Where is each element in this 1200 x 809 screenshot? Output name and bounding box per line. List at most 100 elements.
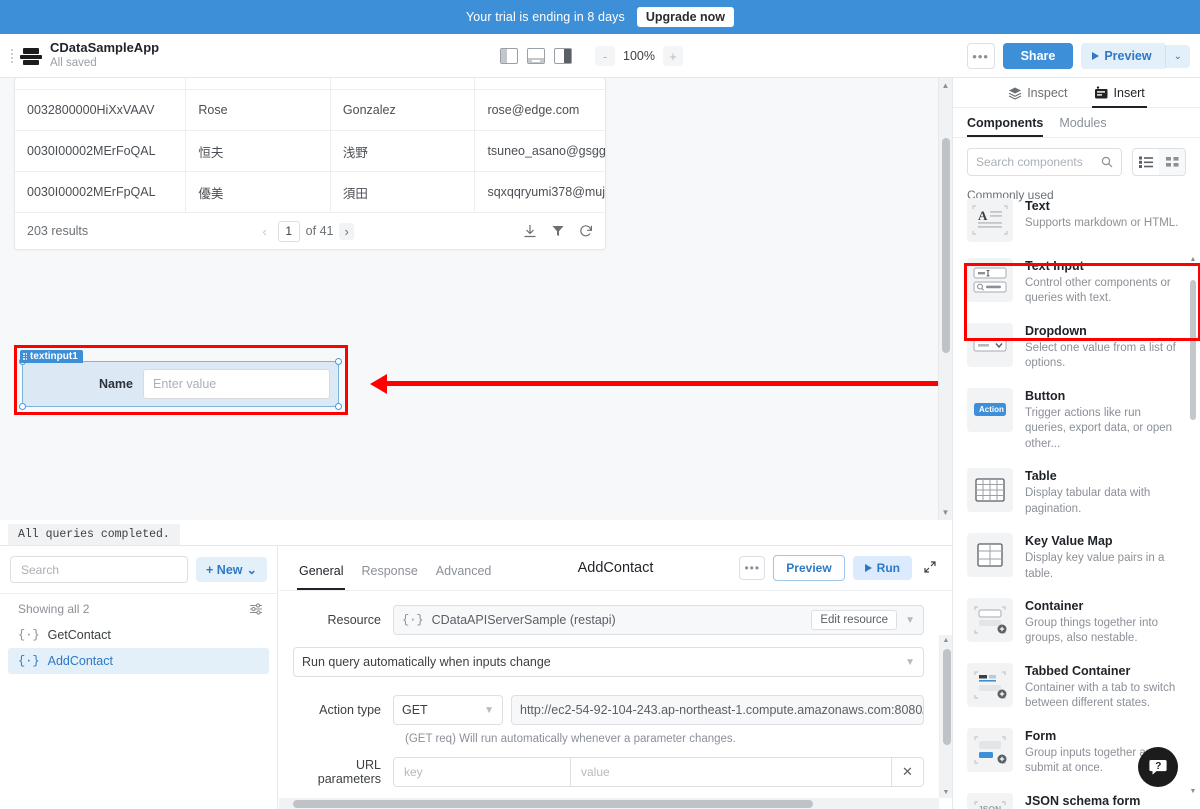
code-braces-icon: {·} — [18, 628, 40, 642]
query-run-button[interactable]: Run — [852, 556, 912, 580]
tab-general[interactable]: General — [296, 564, 346, 590]
query-editor-vertical-scrollbar[interactable]: ▲ ▼ — [939, 635, 952, 798]
tab-response[interactable]: Response — [361, 564, 417, 590]
app-title-block: CDataSampleApp All saved — [50, 40, 159, 70]
canvas-scrollbar-thumb[interactable] — [942, 138, 950, 353]
help-question-icon[interactable]: ? — [1138, 747, 1178, 787]
query-list-item-label: GetContact — [47, 628, 111, 642]
search-components-placeholder: Search components — [976, 155, 1083, 169]
scroll-down-arrow-icon[interactable]: ▼ — [1188, 788, 1198, 795]
table-row[interactable]: 0030I00002MErFpQAL 優美 須田 sqxqqryumi378@m… — [15, 172, 605, 213]
scroll-up-arrow-icon[interactable]: ▲ — [940, 635, 952, 644]
component-item-text-input[interactable]: Text Input Control other components or q… — [953, 250, 1200, 315]
run-mode-select[interactable]: Run query automatically when inputs chan… — [293, 647, 924, 677]
table-cell-email-text: sqxqqryumi378@muj — [487, 185, 605, 199]
mode-inspect[interactable]: Inspect — [1008, 78, 1068, 108]
component-description: Display key value pairs in a table. — [1025, 552, 1165, 580]
query-editor-body: Resource {·} CDataAPIServerSample (resta… — [279, 590, 952, 809]
query-list-header: Showing all 2 — [0, 594, 277, 622]
upgrade-now-button[interactable]: Upgrade now — [636, 7, 735, 27]
scroll-up-arrow-icon[interactable]: ▲ — [1188, 256, 1198, 263]
url-param-key-input[interactable]: key — [393, 757, 571, 787]
search-components-input[interactable]: Search components — [967, 148, 1122, 176]
text-input-component-icon — [967, 258, 1013, 302]
query-list-item-getcontact[interactable]: {·} GetContact — [0, 622, 277, 648]
component-list-scrollbar-thumb[interactable] — [1190, 280, 1196, 420]
query-search-input[interactable]: Search — [10, 556, 189, 583]
resource-select[interactable]: {·} CDataAPIServerSample (restapi) Edit … — [393, 605, 924, 635]
preview-dropdown-caret-icon[interactable]: ⌄ — [1164, 44, 1190, 68]
filter-icon[interactable] — [551, 224, 565, 238]
component-item-tabbed-container[interactable]: Tabbed Container Container with a tab to… — [953, 655, 1200, 720]
query-status-toast: All queries completed. — [8, 524, 180, 545]
query-list-sidebar: Search + New ⌄ Showing all 2 {·} GetCont… — [0, 546, 278, 809]
expand-icon[interactable] — [920, 560, 940, 577]
component-item-container[interactable]: Container Group things together into gro… — [953, 590, 1200, 655]
table-cell-first-name: Rose — [186, 90, 331, 130]
table-cell-email: tsuneo_asano@gsggt ⋯ — [475, 131, 605, 171]
key-value-map-component-icon-svg — [977, 543, 1003, 567]
component-list-scrollbar[interactable]: ▲ ▼ — [1188, 256, 1198, 795]
component-item-json-schema-form[interactable]: JSON JSON schema form Generate forms fro… — [953, 785, 1200, 809]
component-item-table[interactable]: Table Display tabular data with paginati… — [953, 460, 1200, 525]
refresh-icon[interactable] — [579, 224, 593, 238]
tab-advanced[interactable]: Advanced — [436, 564, 492, 590]
edit-resource-button[interactable]: Edit resource — [811, 610, 898, 630]
app-canvas[interactable]: 0032800000HiXxVAAV Rose Gonzalez rose@ed… — [0, 78, 938, 520]
chevron-left-icon[interactable]: ‹ — [257, 223, 271, 240]
table-widget[interactable]: 0032800000HiXxVAAV Rose Gonzalez rose@ed… — [14, 78, 606, 250]
tab-modules[interactable]: Modules — [1059, 116, 1106, 137]
table-cell-email: sqxqqryumi378@muj ⋯ — [475, 172, 605, 212]
component-item-dropdown[interactable]: Dropdown Select one value from a list of… — [953, 315, 1200, 380]
scroll-down-arrow-icon[interactable]: ▼ — [940, 789, 952, 796]
preview-button[interactable]: Preview — [1081, 43, 1165, 69]
page-number-input[interactable]: 1 — [277, 220, 300, 242]
component-item-text[interactable]: A Text Supports markdown or HTML. — [953, 190, 1200, 250]
component-name: Table — [1025, 469, 1057, 484]
more-options-button[interactable]: ••• — [966, 43, 995, 69]
query-more-options-button[interactable]: ••• — [739, 556, 766, 580]
query-editor-hscrollbar-thumb[interactable] — [293, 800, 813, 808]
grid-view-icon[interactable] — [1159, 149, 1185, 175]
query-editor-scrollbar-thumb[interactable] — [943, 649, 951, 745]
scroll-down-arrow-icon[interactable]: ▼ — [939, 508, 952, 517]
table-row[interactable]: 0030I00002MErFoQAL 恒夫 浅野 tsuneo_asano@gs… — [15, 131, 605, 172]
tab-components[interactable]: Components — [967, 116, 1044, 137]
trial-banner: Your trial is ending in 8 days Upgrade n… — [0, 0, 1200, 34]
query-preview-button[interactable]: Preview — [773, 555, 845, 581]
chevron-down-icon[interactable]: ▼ — [897, 615, 915, 626]
canvas-vertical-scrollbar[interactable]: ▲ ▼ — [938, 78, 952, 520]
mode-insert[interactable]: Insert — [1091, 78, 1148, 108]
bottom-panel-toggle-icon[interactable] — [527, 48, 545, 64]
zoom-in-button[interactable]: + — [662, 46, 683, 66]
component-list[interactable]: A Text Supports markdown or HTML. Text I… — [953, 190, 1200, 809]
table-cell-last-name: Gonzalez — [331, 90, 476, 130]
scroll-up-arrow-icon[interactable]: ▲ — [939, 81, 952, 90]
settings-sliders-icon[interactable] — [249, 602, 263, 616]
remove-param-icon[interactable]: ✕ — [892, 757, 924, 787]
component-description: Container with a tab to switch between d… — [1025, 681, 1176, 710]
table-row[interactable]: 0032800000HiXxVAAV Rose Gonzalez rose@ed… — [15, 90, 605, 131]
list-view-icon[interactable] — [1133, 149, 1159, 175]
query-editor-horizontal-scrollbar[interactable] — [279, 798, 939, 809]
left-panel-toggle-icon[interactable] — [500, 48, 518, 64]
drag-grip-icon[interactable] — [8, 45, 16, 67]
chevron-right-icon[interactable]: › — [339, 222, 354, 240]
button-component-icon-svg: Action — [974, 402, 1006, 416]
share-button[interactable]: Share — [1002, 43, 1074, 69]
container-component-icon — [967, 598, 1013, 643]
page-total-label: of 41 — [305, 224, 334, 238]
component-item-button[interactable]: Action Button Trigger actions like run q… — [953, 380, 1200, 460]
action-type-select[interactable]: GET ▼ — [393, 695, 503, 725]
download-icon[interactable] — [523, 224, 537, 238]
chevron-down-icon[interactable]: ▼ — [897, 657, 915, 668]
url-input[interactable]: http://ec2-54-92-104-243.ap-northeast-1.… — [511, 695, 924, 725]
query-list-item-addcontact[interactable]: {·} AddContact — [8, 648, 269, 674]
key-value-map-component-icon — [967, 533, 1013, 578]
new-query-button[interactable]: + New ⌄ — [196, 557, 267, 582]
right-panel-toggle-icon[interactable] — [554, 48, 572, 64]
component-item-key-value-map[interactable]: Key Value Map Display key value pairs in… — [953, 525, 1200, 590]
url-param-value-input[interactable]: value — [571, 757, 892, 787]
zoom-out-button[interactable]: - — [595, 46, 615, 66]
mode-insert-label: Insert — [1113, 85, 1145, 100]
